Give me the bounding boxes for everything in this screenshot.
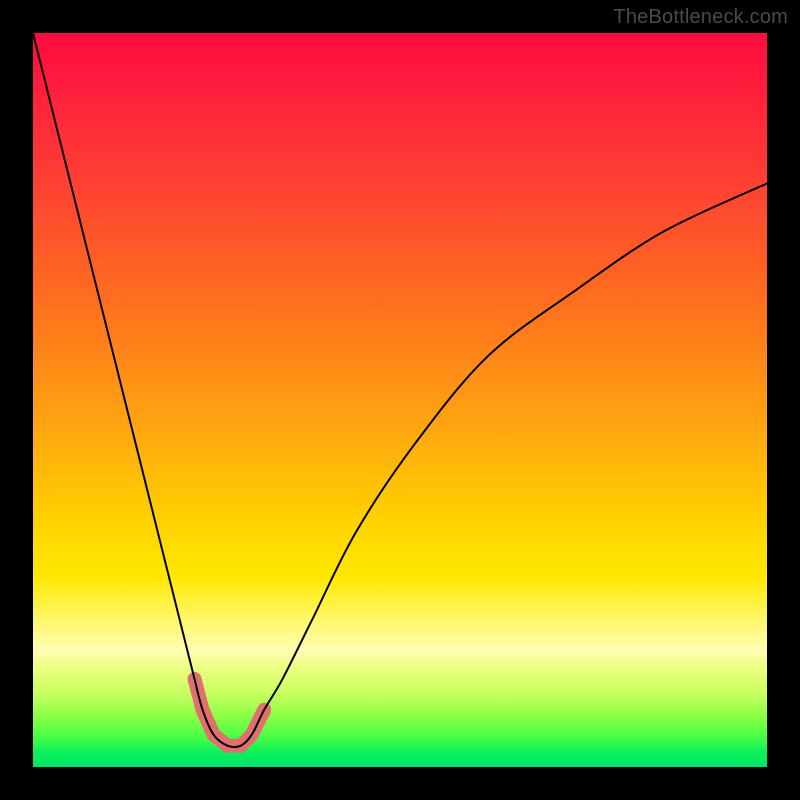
highlight-group: [194, 679, 264, 746]
watermark-text: TheBottleneck.com: [613, 6, 788, 29]
plot-area: [33, 33, 767, 767]
chart-frame: TheBottleneck.com: [0, 0, 800, 800]
bottleneck-curve-path: [33, 33, 767, 747]
bottleneck-curve-svg: [33, 33, 767, 767]
